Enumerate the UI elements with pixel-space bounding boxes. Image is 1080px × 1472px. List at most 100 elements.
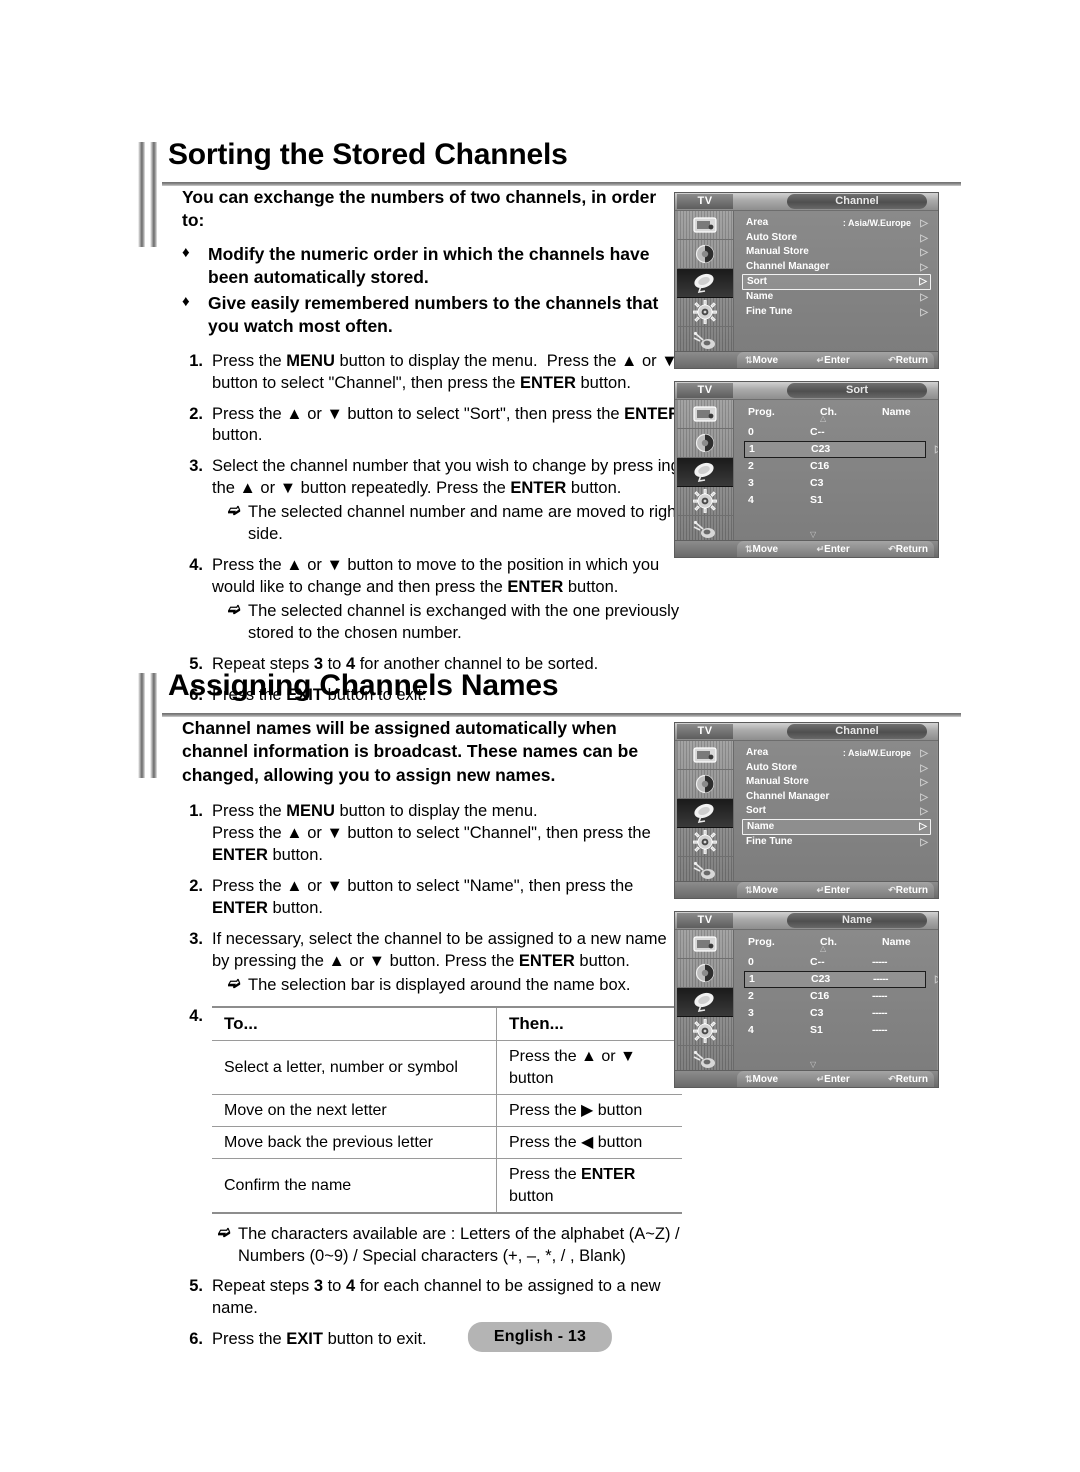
column-header-to: To... — [212, 1005, 497, 1042]
osd-sidebar-sound-icon[interactable] — [677, 240, 733, 269]
osd-sidebar-setup-gear-icon[interactable] — [677, 1017, 733, 1046]
scroll-up-arrow-icon[interactable]: △ — [820, 415, 826, 423]
osd-table-row[interactable]: 3 C3 — [744, 475, 931, 492]
osd-footer-enter[interactable]: ↵Enter — [817, 885, 850, 896]
osd-menu-item[interactable]: Name ▷ — [742, 818, 931, 835]
osd-channel-menu-name[interactable]: TV Channel Area: Asia/W.Europe ▷ Auto Store ▷… — [674, 722, 939, 899]
osd-footer-return[interactable]: ↶Return — [888, 355, 928, 366]
osd-sidebar-setup-gear-icon[interactable] — [677, 298, 733, 327]
step-text: Repeat steps 3 to 4 for each channel to … — [212, 1276, 661, 1317]
osd-menu-item[interactable]: Fine Tune ▷ — [742, 835, 931, 850]
step-number: 2. — [189, 877, 203, 896]
osd-table-row[interactable]: 1 C23 ▷ — [744, 441, 938, 458]
cell-then: Press the ▶ button — [496, 1093, 682, 1128]
osd-menu-list: Area: Asia/W.Europe ▷ Auto Store ▷ Manual St… — [734, 741, 937, 882]
osd-sidebar-channel-dish-icon[interactable] — [677, 458, 733, 487]
chevron-right-icon: ▷ — [920, 777, 928, 789]
osd-tv-label: TV — [677, 194, 733, 209]
osd-table-row[interactable]: 4 S1 — [744, 492, 931, 509]
diamond-bullet-icon: ♦ — [182, 243, 190, 261]
osd-footer-return[interactable]: ↶Return — [888, 1074, 928, 1085]
osd-footer-enter[interactable]: ↵Enter — [817, 1074, 850, 1085]
osd-channel-menu-sort[interactable]: TV Channel Area: Asia/W.Europe ▷ Auto Store ▷… — [674, 192, 939, 369]
osd-sidebar-sound-icon[interactable] — [677, 429, 733, 458]
step-text: Press the ▲ or ▼ button to select "Sort"… — [212, 404, 681, 445]
osd-table-row[interactable]: 2 C16 ----- — [744, 988, 931, 1005]
cell-prog: 1 — [749, 973, 755, 985]
cell-ch: C-- — [810, 426, 825, 438]
osd-menu-item[interactable]: Auto Store ▷ — [742, 231, 931, 246]
osd-sidebar-setup-gear-icon[interactable] — [677, 828, 733, 857]
osd-sidebar-picture-icon[interactable] — [677, 930, 733, 959]
osd-sort-menu[interactable]: TVSortProg.Ch.Name△0C--1C23▷2C163C34S1▽⇅… — [674, 381, 939, 558]
cell-prog: 3 — [748, 1007, 754, 1019]
osd-name-menu[interactable]: TVNameProg.Ch.Name△0C-------1C23-----▷2C… — [674, 911, 939, 1088]
section-body: Channel names will be assigned automatic… — [138, 717, 682, 1351]
osd-table-row[interactable]: 1 C23 ----- ▷ — [744, 971, 938, 988]
osd-sidebar — [677, 211, 734, 356]
scroll-down-arrow-icon[interactable]: ▽ — [810, 531, 816, 539]
osd-sidebar-picture-icon[interactable] — [677, 211, 733, 240]
table-row: Move on the next letter Press the ▶ butto… — [212, 1093, 682, 1128]
osd-footer-bar: ⇅Move ↵Enter ↶Return — [675, 540, 938, 557]
osd-menu-item[interactable]: Auto Store ▷ — [742, 761, 931, 776]
osd-footer-return[interactable]: ↶Return — [888, 544, 928, 555]
osd-sidebar-channel-dish-icon[interactable] — [677, 988, 733, 1017]
osd-footer-move[interactable]: ⇅Move — [745, 355, 778, 366]
note-arrow-icon: ➫ — [218, 1224, 231, 1242]
osd-sidebar-picture-icon[interactable] — [677, 400, 733, 429]
osd-table-row[interactable]: 2 C16 — [744, 458, 931, 475]
osd-table-row[interactable]: 0 C-- ----- — [744, 954, 931, 971]
note-arrow-icon: ➫ — [228, 974, 241, 992]
cell-then: Press the ENTER button — [496, 1158, 682, 1215]
chevron-right-icon: ▷ — [920, 762, 928, 774]
cell-then: Press the ◀ button — [496, 1126, 682, 1160]
osd-footer-move[interactable]: ⇅Move — [745, 885, 778, 896]
step-text: Press the ▲ or ▼ button to move to the p… — [212, 555, 682, 645]
osd-menu-item[interactable]: Sort ▷ — [742, 804, 931, 819]
osd-sidebar-setup-gear-icon[interactable] — [677, 487, 733, 516]
osd-table-row[interactable]: 4 S1 ----- — [744, 1022, 931, 1039]
osd-footer-move[interactable]: ⇅Move — [745, 1074, 778, 1085]
step-number: 3. — [189, 457, 203, 476]
osd-menu-item[interactable]: Manual Store ▷ — [742, 245, 931, 260]
osd-footer-move[interactable]: ⇅Move — [745, 544, 778, 555]
osd-menu-item[interactable]: Manual Store ▷ — [742, 775, 931, 790]
step-number: 2. — [189, 404, 203, 423]
bullet-text: Give easily remembered numbers to the ch… — [208, 292, 659, 337]
page-title: Assigning Channels Names — [168, 669, 559, 702]
heading-accent-bar-right — [150, 142, 157, 247]
intro-text: Channel names will be assigned automatic… — [182, 718, 639, 785]
osd-menu-item[interactable]: Name ▷ — [742, 290, 931, 305]
osd-table-row[interactable]: 3 C3 ----- — [744, 1005, 931, 1022]
chevron-right-icon: ▷ — [919, 820, 927, 832]
osd-footer-bar: ⇅Move ↵Enter ↶Return — [675, 881, 938, 898]
osd-sidebar-sound-icon[interactable] — [677, 770, 733, 799]
osd-menu-item[interactable]: Fine Tune ▷ — [742, 305, 931, 320]
osd-sidebar-channel-dish-icon[interactable] — [677, 799, 733, 828]
heading-rule — [162, 713, 961, 717]
osd-footer-enter[interactable]: ↵Enter — [817, 544, 850, 555]
scroll-up-arrow-icon[interactable]: △ — [820, 945, 826, 953]
osd-table-row[interactable]: 0 C-- — [744, 424, 931, 441]
osd-menu-item[interactable]: Channel Manager ▷ — [742, 790, 931, 805]
osd-menu-item[interactable]: Area: Asia/W.Europe ▷ — [742, 216, 931, 231]
to-then-table: To... Then... Select a letter, number or… — [212, 1005, 682, 1215]
chevron-right-icon: ▷ — [935, 444, 938, 455]
osd-sidebar-sound-icon[interactable] — [677, 959, 733, 988]
osd-tv-label: TV — [677, 913, 733, 928]
step: 3. Select the channel number that you wis… — [182, 456, 682, 546]
osd-footer-return[interactable]: ↶Return — [888, 885, 928, 896]
osd-footer-enter[interactable]: ↵Enter — [817, 355, 850, 366]
osd-title: Channel — [787, 194, 927, 209]
column-header-then: Then... — [496, 1005, 682, 1042]
osd-sidebar-picture-icon[interactable] — [677, 741, 733, 770]
osd-menu-item[interactable]: Channel Manager ▷ — [742, 260, 931, 275]
osd-sidebar-channel-dish-icon[interactable] — [677, 269, 733, 298]
step-number: 1. — [189, 802, 203, 821]
cell-ch: S1 — [810, 494, 823, 506]
osd-menu-item[interactable]: Area: Asia/W.Europe ▷ — [742, 746, 931, 761]
osd-menu-item[interactable]: Sort ▷ — [742, 274, 931, 291]
scroll-down-arrow-icon[interactable]: ▽ — [810, 1061, 816, 1069]
column-header-prog: Prog. — [748, 936, 775, 948]
